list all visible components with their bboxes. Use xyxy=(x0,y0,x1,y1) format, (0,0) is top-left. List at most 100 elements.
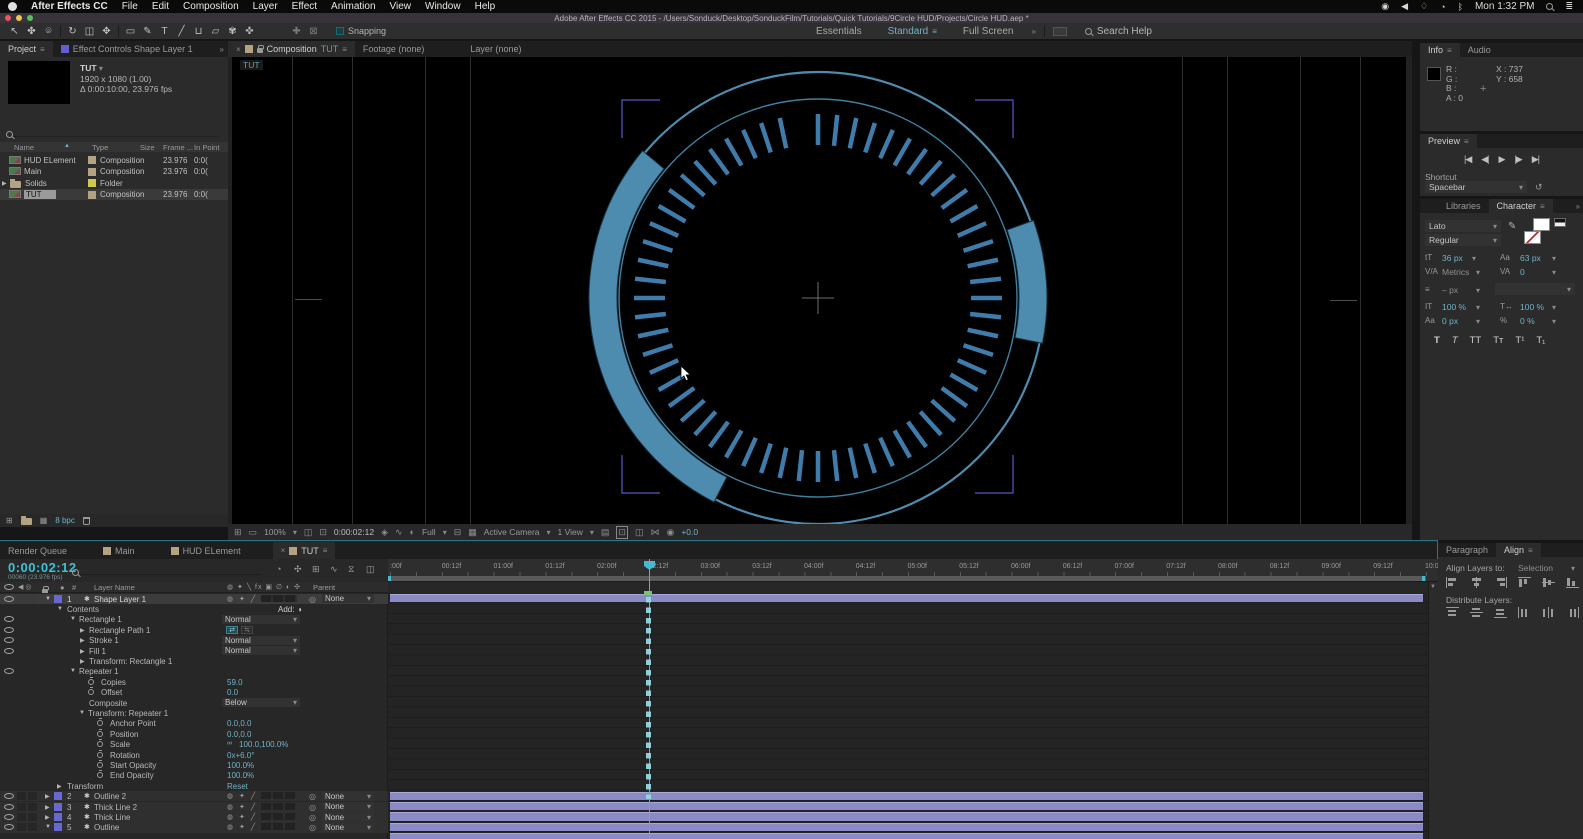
composition-viewer[interactable]: TUT xyxy=(228,57,1412,524)
stopwatch-icon[interactable] xyxy=(88,687,94,696)
project-row-tut[interactable]: TUT Composition 23.976 0:0( xyxy=(0,188,228,200)
layer-color-chip[interactable] xyxy=(54,823,62,832)
group-name[interactable]: Transform xyxy=(67,782,103,791)
region-of-interest-icon[interactable]: ⊟ xyxy=(454,527,462,538)
snapping-checkbox[interactable] xyxy=(336,27,344,35)
timeline-row-offset[interactable]: Offset 0.0 xyxy=(0,687,388,697)
snapshot-icon[interactable]: ◈ xyxy=(381,527,388,538)
layer-name[interactable]: Thick Line 2 xyxy=(94,803,137,812)
align-to-value[interactable]: Selection xyxy=(1518,563,1553,573)
shape-status-icon[interactable]: ♢ xyxy=(1420,1,1428,12)
group-name[interactable]: Transform: Rectangle 1 xyxy=(89,657,172,666)
reset-icon[interactable]: ↺ xyxy=(1535,182,1543,193)
property-name[interactable]: Composite xyxy=(89,699,127,708)
panel-menu-icon[interactable]: ≡ xyxy=(40,45,45,54)
tab-comp-tut[interactable]: × TUT ≡ xyxy=(272,542,336,559)
work-area-start-handle[interactable] xyxy=(388,576,391,581)
eyedropper-icon[interactable]: ✎ xyxy=(1508,221,1516,232)
timeline-row-layer-1[interactable]: ▼ 1 ✱ Shape Layer 1 ◍ ✦ ╱ ◎ None ▾ xyxy=(0,593,388,604)
roto-brush-tool-icon[interactable]: ✾ xyxy=(224,26,241,37)
distribute-top-icon[interactable] xyxy=(1446,607,1459,618)
panel-menu-icon[interactable]: ≡ xyxy=(1447,46,1452,55)
eye-icon[interactable] xyxy=(4,626,14,633)
ruler-label[interactable]: 08:12f xyxy=(1270,563,1322,570)
project-row-main[interactable]: Main Composition 23.976 0:0( xyxy=(0,166,228,178)
project-table-header[interactable]: Name ▲ Type Size Frame ... In Point xyxy=(0,142,228,152)
twirl-icon[interactable]: ▼ xyxy=(70,616,76,622)
interpret-footage-icon[interactable]: ⊞ xyxy=(6,516,13,525)
twirl-icon[interactable]: ▶ xyxy=(80,627,85,634)
panel-menu-icon[interactable]: ≡ xyxy=(323,546,328,555)
timeline-row-rectangle-path-1[interactable]: ▶ Rectangle Path 1 ⇄ ≒ xyxy=(0,625,388,635)
frame-blending-icon[interactable]: ∿ xyxy=(330,564,338,575)
project-row-hud-element[interactable]: HUD ELement Composition 23.976 0:0( xyxy=(0,154,228,166)
parent-dropdown[interactable]: None ▾ xyxy=(322,812,374,822)
superscript-button[interactable]: T¹ xyxy=(1515,335,1524,346)
stopwatch-icon[interactable] xyxy=(97,749,103,758)
parent-pickwhip-icon[interactable]: ◎ xyxy=(309,792,316,801)
dropdown-arrow-icon[interactable]: ▾ xyxy=(1476,317,1480,326)
ruler-label[interactable]: 02:12f xyxy=(649,563,701,570)
pen-tool-icon[interactable]: ✎ xyxy=(139,26,156,37)
selection-tool-icon[interactable]: ↖ xyxy=(6,26,23,37)
menu-app-name[interactable]: After Effects CC xyxy=(31,1,108,12)
timeline-row-copies[interactable]: Copies 59.0 xyxy=(0,676,388,687)
dropdown-arrow-icon[interactable]: ▾ xyxy=(1476,268,1480,277)
ruler-label[interactable]: 05:00f xyxy=(908,563,960,570)
dropdown-arrow-icon[interactable]: ▾ xyxy=(1552,268,1556,277)
timeline-row-transform-rectangle-1[interactable]: ▶ Transform: Rectangle 1 xyxy=(0,656,388,666)
camera-view-value[interactable]: Active Camera xyxy=(484,527,540,537)
timeline-row-layer-5[interactable]: ▼ 5 ✱ Outline ◍ ✦ ╱ ◎ None ▾ xyxy=(0,822,388,833)
zoom-tool-icon[interactable]: ⌾ xyxy=(40,26,57,37)
ruler-label[interactable]: 06:00f xyxy=(1011,563,1063,570)
transparency-grid-icon[interactable]: ▦ xyxy=(468,527,477,538)
last-frame-icon[interactable]: ▶| xyxy=(1532,154,1540,165)
pan-behind-tool-icon[interactable]: ✥ xyxy=(98,26,115,37)
group-name[interactable]: Transform: Repeater 1 xyxy=(88,709,168,718)
sync-settings-icon[interactable] xyxy=(1052,26,1067,36)
stopwatch-icon[interactable] xyxy=(97,759,103,768)
ruler-label[interactable]: 02:00f xyxy=(597,563,649,570)
group-name[interactable]: Fill 1 xyxy=(89,647,106,656)
property-name[interactable]: Start Opacity xyxy=(110,761,156,770)
layer-color-chip[interactable] xyxy=(54,802,62,811)
tab-libraries[interactable]: Libraries xyxy=(1438,199,1489,213)
timeline-row-layer-4[interactable]: ▶ 4 ✱ Thick Line ◍ ✦ ╱ ◎ None ▾ xyxy=(0,811,388,823)
shape-tool-icon[interactable]: ▭ xyxy=(122,26,139,37)
puppet-pin-tool-icon[interactable]: ✜ xyxy=(241,26,258,37)
distribute-right-icon[interactable] xyxy=(1566,607,1579,618)
comp-marker-bin-icon[interactable]: ▼ xyxy=(1430,584,1436,590)
axis-mode-icon-2[interactable]: ⊠ xyxy=(305,26,322,37)
twirl-icon[interactable]: ▶ xyxy=(80,648,85,655)
timeline-ruler[interactable]: :00f 00:12f 01:00f 01:12f 02:00f 02:12f 03:00f… xyxy=(388,559,1438,582)
show-snapshot-icon[interactable]: ∿ xyxy=(395,527,403,538)
menu-clock[interactable]: Mon 1:32 PM xyxy=(1475,1,1534,12)
timeline-button-icon[interactable]: ◫ xyxy=(635,527,644,538)
stroke-style-dropdown[interactable]: ▾ xyxy=(1495,283,1575,295)
timeline-row-anchor-point[interactable]: Anchor Point 0.0,0.0 xyxy=(0,718,388,728)
align-center-horizontal-icon[interactable] xyxy=(1470,577,1483,588)
timeline-column-header[interactable]: ◀ ◎ ● # Layer Name ◍ ✦ ╲ fx ▣ ∅ ◐ ✣ Pare… xyxy=(0,582,388,594)
first-frame-icon[interactable]: |◀ xyxy=(1464,154,1472,165)
group-name[interactable]: Rectangle Path 1 xyxy=(89,626,150,635)
path-size-toggle-icon[interactable]: ≒ xyxy=(241,625,253,634)
menu-help[interactable]: Help xyxy=(475,1,496,12)
stroke-width-value[interactable]: – px xyxy=(1442,285,1458,295)
bluetooth-battery-icon[interactable]: ᛒ xyxy=(1458,2,1463,12)
layer-name[interactable]: Shape Layer 1 xyxy=(94,595,146,604)
property-value[interactable]: 100.0% xyxy=(227,771,254,780)
pixel-aspect-icon[interactable]: ▤ xyxy=(601,527,610,538)
type-tool-icon[interactable]: T xyxy=(156,26,173,37)
timeline-row-transform[interactable]: ▶ Transform Reset xyxy=(0,781,388,791)
dropdown-arrow-icon[interactable]: ▾ xyxy=(1571,564,1575,573)
stopwatch-icon[interactable] xyxy=(97,770,103,779)
workspace-menu-icon[interactable]: ≡ xyxy=(932,27,937,36)
all-caps-button[interactable]: TT xyxy=(1470,335,1482,346)
faux-italic-button[interactable]: T xyxy=(1452,335,1458,346)
timeline-row-layer-2[interactable]: ▶ 2 ✱ Outline 2 ◍ ✦ ╱ ◎ None ▾ xyxy=(0,791,388,802)
tab-overflow-icon[interactable]: » xyxy=(220,45,228,54)
eye-icon[interactable] xyxy=(4,824,14,831)
layer-switch-cells[interactable] xyxy=(261,823,297,831)
menu-layer[interactable]: Layer xyxy=(253,1,278,12)
ruler-label[interactable]: 03:00f xyxy=(701,563,753,570)
